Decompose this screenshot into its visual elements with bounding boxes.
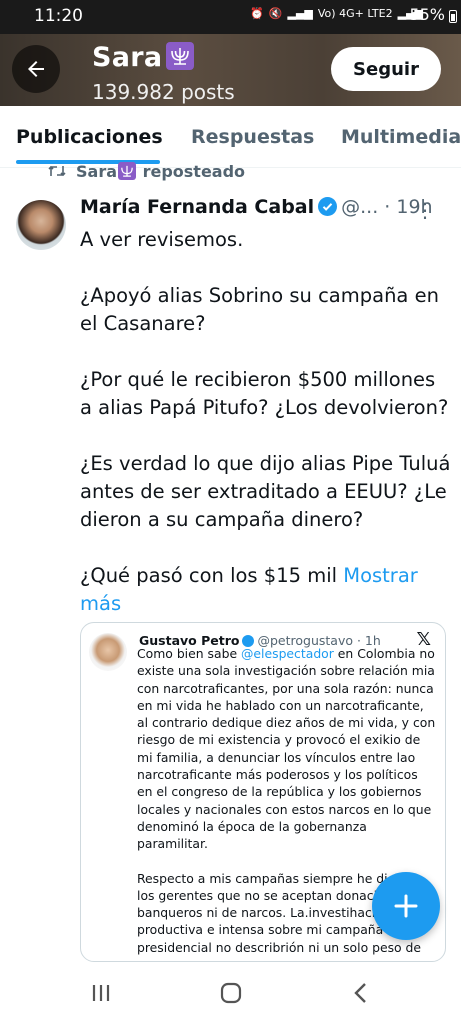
- embedded-text-before: Como bien sabe: [137, 646, 242, 661]
- tweet-author-name[interactable]: María Fernanda Cabal: [80, 196, 314, 218]
- tab-multimedia[interactable]: Multimedia: [341, 126, 461, 148]
- verified-badge-icon: [318, 197, 338, 216]
- battery-icon: [449, 10, 457, 23]
- tweet-last-paragraph: ¿Qué pasó con los $15 mil Mostrar más: [80, 562, 452, 618]
- back-button[interactable]: [12, 45, 60, 93]
- embedded-mention: @elespectador: [241, 646, 334, 661]
- status-icons: ⏰ 🔇 ▂▄▆ Vo) 4G+ LTE2 ▂▄▆: [250, 7, 423, 20]
- profile-name: Sara: [92, 42, 195, 73]
- status-bar: 11:20 ⏰ 🔇 ▂▄▆ Vo) 4G+ LTE2 ▂▄▆ 55%: [0, 0, 461, 34]
- profile-header: Sara 139.982 posts Seguir: [0, 34, 461, 106]
- tweet-text: A ver revisemos. ¿Apoyó alias Sobrino su…: [80, 226, 452, 618]
- system-nav-bar: [0, 962, 461, 1024]
- profile-posts-count: 139.982 posts: [92, 80, 235, 104]
- arrow-left-icon: [28, 61, 44, 77]
- follow-button[interactable]: Seguir: [331, 47, 441, 91]
- profile-tabs: Publicaciones Respuestas Multimedia: [0, 106, 461, 168]
- repost-icon: [48, 165, 66, 177]
- home-icon: [220, 982, 242, 1004]
- menorah-emoji-icon: [166, 42, 195, 70]
- back-nav-icon: [354, 983, 366, 1003]
- tab-publicaciones[interactable]: Publicaciones: [16, 126, 163, 148]
- repost-user: Sara: [76, 162, 118, 181]
- alarm-icon: ⏰: [250, 7, 264, 20]
- embedded-text-after: en Colombia no existe una sola investiga…: [137, 646, 436, 852]
- tweet-header: María Fernanda Cabal @... · 19h: [80, 196, 450, 224]
- plus-icon: [394, 894, 418, 918]
- embedded-avatar: [89, 633, 127, 671]
- network-label: Vo) 4G+ LTE2: [317, 7, 393, 20]
- recents-button[interactable]: [86, 980, 116, 1006]
- tweet-paragraph: A ver revisemos.: [80, 228, 244, 251]
- profile-name-text: Sara: [92, 42, 163, 73]
- back-nav-button[interactable]: [346, 980, 376, 1006]
- tweet-paragraph: ¿Es verdad lo que dijo alias Pipe Tuluá …: [80, 452, 451, 531]
- mute-icon: 🔇: [268, 7, 283, 20]
- tweet-paragraph: ¿Apoyó alias Sobrino su campaña en el Ca…: [80, 284, 439, 335]
- tweet-handle: @...: [341, 196, 379, 218]
- recents-icon: [92, 985, 110, 1001]
- more-vertical-icon[interactable]: ⋮: [415, 198, 435, 222]
- repost-indicator[interactable]: Sara reposteado: [48, 162, 245, 181]
- repost-label: reposteado: [142, 162, 246, 181]
- menorah-emoji-icon: [118, 162, 137, 180]
- signal-icon: ▂▄▆: [287, 7, 313, 20]
- tweet-paragraph: ¿Por qué le recibieron $500 millones a a…: [80, 368, 449, 419]
- compose-button[interactable]: [372, 872, 440, 940]
- home-button[interactable]: [216, 980, 246, 1006]
- avatar[interactable]: [16, 200, 66, 250]
- battery-percent: 55%: [409, 5, 445, 24]
- tab-respuestas[interactable]: Respuestas: [191, 126, 314, 148]
- embedded-paragraph: Como bien sabe @elespectador en Colombia…: [137, 645, 437, 853]
- tweet-paragraph: ¿Qué pasó con los $15 mil: [80, 564, 338, 587]
- status-time: 11:20: [34, 6, 83, 26]
